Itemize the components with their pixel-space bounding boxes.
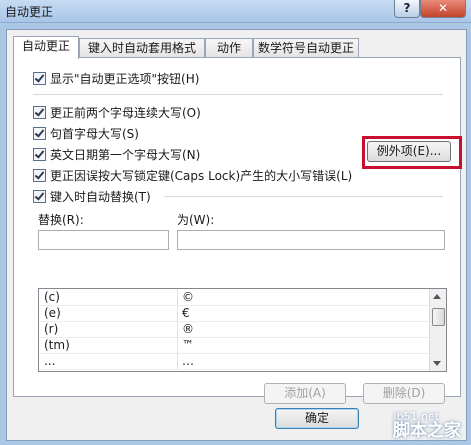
tab-math-autocorrect[interactable]: 数学符号自动更正 bbox=[253, 38, 359, 58]
column-divider bbox=[177, 353, 178, 369]
replace-label: 替换(R): bbox=[38, 213, 84, 227]
list-item[interactable]: ... … bbox=[39, 353, 429, 370]
autocorrect-panel: 显示"自动更正选项"按钮(H) 更正前两个字母连续大写(O) 句首字母大写(S)… bbox=[13, 57, 462, 404]
separator bbox=[33, 94, 443, 95]
column-divider bbox=[177, 289, 178, 305]
list-item-from: (r) bbox=[44, 322, 59, 336]
show-options-buttons-option[interactable]: 显示"自动更正选项"按钮(H) bbox=[33, 69, 199, 87]
delete-button[interactable]: 删除(D) bbox=[363, 383, 445, 404]
column-divider bbox=[177, 321, 178, 337]
replace-as-you-type-option[interactable]: 键入时自动替换(T) bbox=[33, 187, 151, 205]
replace-as-you-type-checkbox[interactable] bbox=[33, 189, 46, 203]
correct-two-initial-checkbox[interactable] bbox=[33, 105, 46, 119]
capitalize-first-option[interactable]: 句首字母大写(S) bbox=[33, 124, 139, 142]
show-options-buttons-label: 显示"自动更正选项"按钮(H) bbox=[50, 71, 200, 86]
list-item-to: ® bbox=[182, 322, 194, 336]
caps-lock-option[interactable]: 更正因误按大写锁定键(Caps Lock)产生的大小写错误(L) bbox=[33, 166, 352, 184]
list-item-to: € bbox=[182, 306, 190, 320]
caps-lock-label: 更正因误按大写锁定键(Caps Lock)产生的大小写错误(L) bbox=[50, 168, 353, 183]
help-button[interactable]: ? bbox=[394, 0, 420, 18]
list-item-from: (e) bbox=[44, 306, 61, 320]
list-item[interactable]: (tm) ™ bbox=[39, 337, 429, 354]
list-item[interactable]: (r) ® bbox=[39, 321, 429, 338]
with-input[interactable] bbox=[177, 230, 445, 250]
column-divider bbox=[177, 305, 178, 321]
list-item-to: © bbox=[182, 290, 194, 304]
replace-input[interactable] bbox=[38, 230, 169, 250]
list-item-from: (tm) bbox=[44, 338, 70, 352]
list-item[interactable]: (c) © bbox=[39, 289, 429, 306]
caps-lock-checkbox[interactable] bbox=[33, 168, 46, 182]
capitalize-days-checkbox[interactable] bbox=[33, 147, 46, 161]
tab-autoformat-as-you-type[interactable]: 键入时自动套用格式 bbox=[79, 38, 205, 58]
replace-as-you-type-label: 键入时自动替换(T) bbox=[50, 189, 151, 204]
tab-actions[interactable]: 动作 bbox=[205, 38, 253, 58]
title-bar: 自动更正 ? ✕ bbox=[0, 0, 471, 23]
capitalize-first-label: 句首字母大写(S) bbox=[50, 126, 139, 141]
list-item[interactable]: (e) € bbox=[39, 305, 429, 322]
ok-button[interactable]: 确定 bbox=[275, 408, 359, 429]
capitalize-days-option[interactable]: 英文日期第一个字母大写(N) bbox=[33, 145, 200, 163]
correct-two-initial-option[interactable]: 更正前两个字母连续大写(O) bbox=[33, 103, 201, 121]
list-item-to: … bbox=[182, 354, 194, 368]
list-scrollbar[interactable] bbox=[429, 289, 446, 371]
with-label: 为(W): bbox=[177, 213, 215, 227]
show-options-buttons-checkbox[interactable] bbox=[33, 71, 46, 85]
highlight-box bbox=[362, 136, 462, 169]
column-divider bbox=[177, 337, 178, 353]
add-button[interactable]: 添加(A) bbox=[264, 383, 346, 404]
window-title: 自动更正 bbox=[5, 5, 54, 19]
replacement-list[interactable]: (c) © (e) € (r) ® (tm) ™ ... … bbox=[38, 288, 447, 372]
list-item-to: ™ bbox=[182, 338, 194, 352]
correct-two-initial-label: 更正前两个字母连续大写(O) bbox=[50, 105, 201, 120]
close-button[interactable]: ✕ bbox=[420, 0, 466, 18]
scroll-down-arrow-icon[interactable] bbox=[433, 361, 441, 366]
group-separator bbox=[164, 196, 443, 197]
list-item-from: (c) bbox=[44, 290, 60, 304]
tab-autocorrect[interactable]: 自动更正 bbox=[13, 36, 79, 59]
dialog-client: 自动更正 键入时自动套用格式 动作 数学符号自动更正 显示"自动更正选项"按钮(… bbox=[6, 29, 467, 441]
list-item-from: ... bbox=[44, 354, 56, 368]
scroll-thumb[interactable] bbox=[432, 308, 445, 326]
scroll-up-arrow-icon[interactable] bbox=[433, 294, 441, 299]
capitalize-days-label: 英文日期第一个字母大写(N) bbox=[50, 147, 201, 162]
capitalize-first-checkbox[interactable] bbox=[33, 126, 46, 140]
